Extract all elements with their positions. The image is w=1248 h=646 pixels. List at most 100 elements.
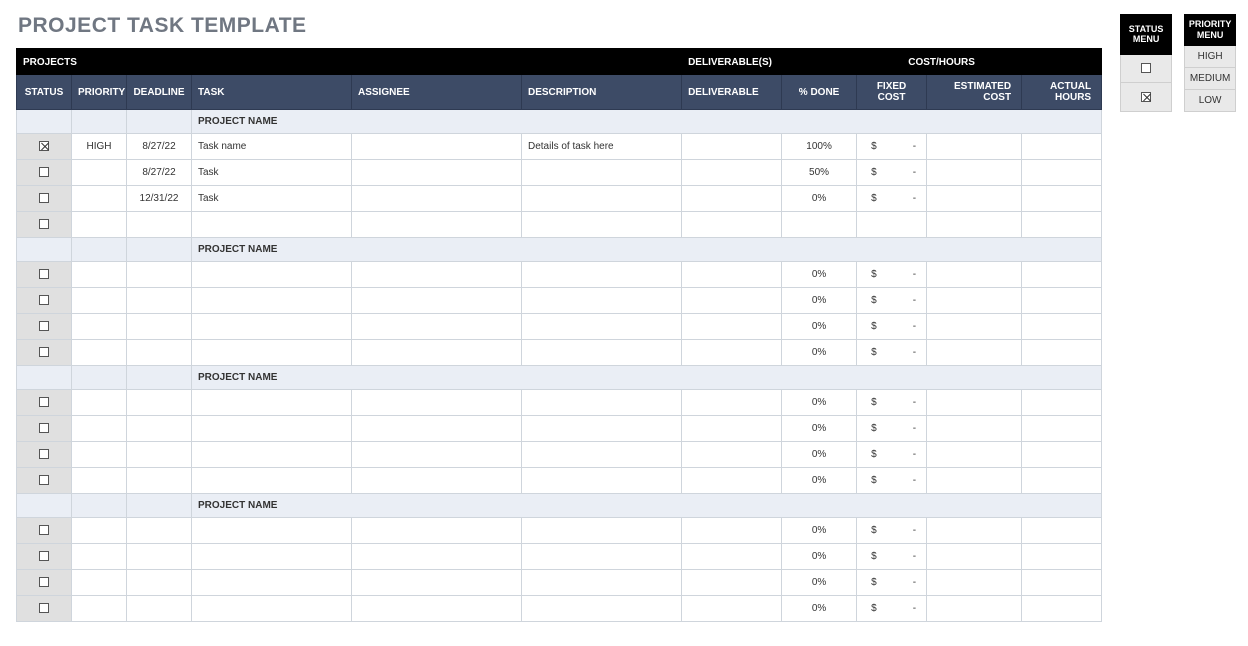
actual-hours-cell[interactable] bbox=[1022, 416, 1102, 442]
priority-cell[interactable] bbox=[72, 212, 127, 238]
estimated-cost-cell[interactable] bbox=[927, 416, 1022, 442]
fixed-cost-cell[interactable]: $- bbox=[857, 340, 927, 366]
pct-done-cell[interactable]: 0% bbox=[782, 340, 857, 366]
deadline-cell[interactable] bbox=[127, 518, 192, 544]
checkbox-icon[interactable] bbox=[39, 551, 49, 561]
deadline-cell[interactable]: 8/27/22 bbox=[127, 160, 192, 186]
deliverable-cell[interactable] bbox=[682, 416, 782, 442]
actual-hours-cell[interactable] bbox=[1022, 518, 1102, 544]
estimated-cost-cell[interactable] bbox=[927, 340, 1022, 366]
description-cell[interactable] bbox=[522, 544, 682, 570]
checkbox-icon[interactable] bbox=[39, 475, 49, 485]
estimated-cost-cell[interactable] bbox=[927, 160, 1022, 186]
estimated-cost-cell[interactable] bbox=[927, 212, 1022, 238]
fixed-cost-cell[interactable]: $- bbox=[857, 390, 927, 416]
assignee-cell[interactable] bbox=[352, 468, 522, 494]
status-cell[interactable] bbox=[17, 212, 72, 238]
status-cell[interactable] bbox=[17, 442, 72, 468]
fixed-cost-cell[interactable]: $- bbox=[857, 518, 927, 544]
deadline-cell[interactable] bbox=[127, 314, 192, 340]
checkbox-icon[interactable] bbox=[39, 321, 49, 331]
actual-hours-cell[interactable] bbox=[1022, 442, 1102, 468]
fixed-cost-cell[interactable]: $- bbox=[857, 442, 927, 468]
status-cell[interactable] bbox=[17, 390, 72, 416]
fixed-cost-cell[interactable]: $- bbox=[857, 596, 927, 622]
description-cell[interactable]: Details of task here bbox=[522, 134, 682, 160]
task-cell[interactable] bbox=[192, 390, 352, 416]
checkbox-icon[interactable] bbox=[39, 193, 49, 203]
actual-hours-cell[interactable] bbox=[1022, 134, 1102, 160]
status-cell[interactable] bbox=[17, 314, 72, 340]
assignee-cell[interactable] bbox=[352, 134, 522, 160]
deadline-cell[interactable] bbox=[127, 544, 192, 570]
status-menu-option[interactable] bbox=[1121, 54, 1172, 82]
status-cell[interactable] bbox=[17, 160, 72, 186]
assignee-cell[interactable] bbox=[352, 596, 522, 622]
checkbox-icon[interactable] bbox=[39, 423, 49, 433]
estimated-cost-cell[interactable] bbox=[927, 390, 1022, 416]
estimated-cost-cell[interactable] bbox=[927, 314, 1022, 340]
fixed-cost-cell[interactable]: $- bbox=[857, 544, 927, 570]
priority-cell[interactable] bbox=[72, 442, 127, 468]
pct-done-cell[interactable]: 0% bbox=[782, 262, 857, 288]
deliverable-cell[interactable] bbox=[682, 442, 782, 468]
estimated-cost-cell[interactable] bbox=[927, 544, 1022, 570]
actual-hours-cell[interactable] bbox=[1022, 262, 1102, 288]
assignee-cell[interactable] bbox=[352, 442, 522, 468]
fixed-cost-cell[interactable]: $- bbox=[857, 262, 927, 288]
fixed-cost-cell[interactable]: $- bbox=[857, 570, 927, 596]
checkbox-icon[interactable] bbox=[39, 577, 49, 587]
actual-hours-cell[interactable] bbox=[1022, 468, 1102, 494]
description-cell[interactable] bbox=[522, 596, 682, 622]
deadline-cell[interactable] bbox=[127, 212, 192, 238]
deliverable-cell[interactable] bbox=[682, 288, 782, 314]
deliverable-cell[interactable] bbox=[682, 134, 782, 160]
deliverable-cell[interactable] bbox=[682, 314, 782, 340]
actual-hours-cell[interactable] bbox=[1022, 390, 1102, 416]
assignee-cell[interactable] bbox=[352, 340, 522, 366]
checkbox-icon[interactable] bbox=[39, 141, 49, 151]
status-cell[interactable] bbox=[17, 518, 72, 544]
assignee-cell[interactable] bbox=[352, 544, 522, 570]
assignee-cell[interactable] bbox=[352, 288, 522, 314]
task-cell[interactable] bbox=[192, 314, 352, 340]
deadline-cell[interactable] bbox=[127, 262, 192, 288]
deliverable-cell[interactable] bbox=[682, 160, 782, 186]
estimated-cost-cell[interactable] bbox=[927, 468, 1022, 494]
fixed-cost-cell[interactable]: $- bbox=[857, 288, 927, 314]
actual-hours-cell[interactable] bbox=[1022, 288, 1102, 314]
task-cell[interactable] bbox=[192, 570, 352, 596]
pct-done-cell[interactable]: 0% bbox=[782, 186, 857, 212]
estimated-cost-cell[interactable] bbox=[927, 288, 1022, 314]
assignee-cell[interactable] bbox=[352, 518, 522, 544]
priority-cell[interactable] bbox=[72, 262, 127, 288]
priority-cell[interactable] bbox=[72, 314, 127, 340]
deliverable-cell[interactable] bbox=[682, 468, 782, 494]
fixed-cost-cell[interactable]: $- bbox=[857, 416, 927, 442]
deadline-cell[interactable] bbox=[127, 570, 192, 596]
deadline-cell[interactable] bbox=[127, 468, 192, 494]
task-cell[interactable]: Task bbox=[192, 186, 352, 212]
actual-hours-cell[interactable] bbox=[1022, 212, 1102, 238]
deliverable-cell[interactable] bbox=[682, 518, 782, 544]
assignee-cell[interactable] bbox=[352, 570, 522, 596]
deadline-cell[interactable] bbox=[127, 596, 192, 622]
checkbox-icon[interactable] bbox=[39, 525, 49, 535]
description-cell[interactable] bbox=[522, 416, 682, 442]
deliverable-cell[interactable] bbox=[682, 262, 782, 288]
priority-cell[interactable]: HIGH bbox=[72, 134, 127, 160]
assignee-cell[interactable] bbox=[352, 186, 522, 212]
status-cell[interactable] bbox=[17, 340, 72, 366]
status-cell[interactable] bbox=[17, 262, 72, 288]
status-cell[interactable] bbox=[17, 134, 72, 160]
status-menu-option[interactable] bbox=[1121, 83, 1172, 112]
status-cell[interactable] bbox=[17, 186, 72, 212]
task-cell[interactable] bbox=[192, 596, 352, 622]
task-cell[interactable] bbox=[192, 442, 352, 468]
task-cell[interactable] bbox=[192, 518, 352, 544]
priority-cell[interactable] bbox=[72, 288, 127, 314]
actual-hours-cell[interactable] bbox=[1022, 186, 1102, 212]
deliverable-cell[interactable] bbox=[682, 544, 782, 570]
checkbox-icon[interactable] bbox=[39, 269, 49, 279]
status-cell[interactable] bbox=[17, 416, 72, 442]
